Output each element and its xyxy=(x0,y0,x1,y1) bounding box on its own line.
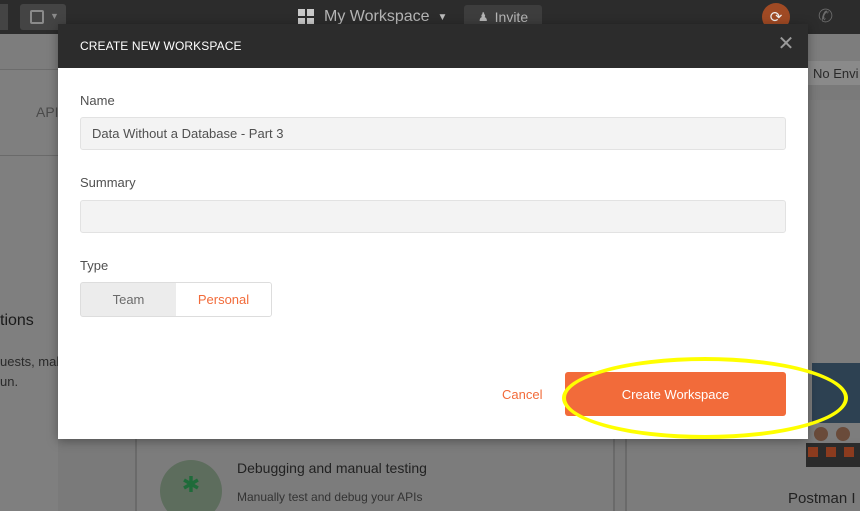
description-line: un. xyxy=(0,374,19,389)
close-icon[interactable]: ✕ xyxy=(775,33,797,55)
create-workspace-button[interactable]: Create Workspace xyxy=(565,372,786,416)
description-line: uests, mak xyxy=(0,354,63,369)
name-label: Name xyxy=(80,93,115,108)
type-option-team[interactable]: Team xyxy=(81,283,176,316)
person-icon: ♟ xyxy=(477,10,489,24)
chevron-down-icon: ▼ xyxy=(437,11,448,23)
section-heading: tions xyxy=(0,312,34,329)
chevron-down-icon: ▼ xyxy=(50,11,59,21)
cancel-button[interactable]: Cancel xyxy=(502,387,542,402)
satellite-icon[interactable]: ✆ xyxy=(818,6,833,27)
card-subtitle: Manually test and debug your APIs xyxy=(237,490,423,504)
section-description: uests, mak un. xyxy=(0,352,63,392)
name-field[interactable] xyxy=(80,117,786,150)
summary-field[interactable] xyxy=(80,200,786,233)
grid-icon xyxy=(298,9,316,25)
sidebar-toggle-button[interactable] xyxy=(0,4,8,30)
type-toggle: Team Personal xyxy=(80,282,272,317)
divider xyxy=(0,155,58,156)
new-icon xyxy=(30,10,44,24)
type-label: Type xyxy=(80,258,109,273)
card-title: Postman I xyxy=(788,490,856,507)
dialog-title: CREATE NEW WORKSPACE xyxy=(80,39,242,53)
summary-label: Summary xyxy=(80,175,136,190)
environment-selector[interactable]: No Envi xyxy=(808,61,860,85)
invite-label: Invite xyxy=(494,9,529,25)
card-title: Debugging and manual testing xyxy=(237,460,427,476)
create-workspace-dialog: CREATE NEW WORKSPACE ✕ Name Summary Type… xyxy=(58,24,808,439)
type-option-personal[interactable]: Personal xyxy=(176,283,271,316)
left-panel xyxy=(0,70,58,511)
dialog-header: CREATE NEW WORKSPACE ✕ xyxy=(58,24,808,68)
tab-apis[interactable]: API xyxy=(36,104,59,120)
